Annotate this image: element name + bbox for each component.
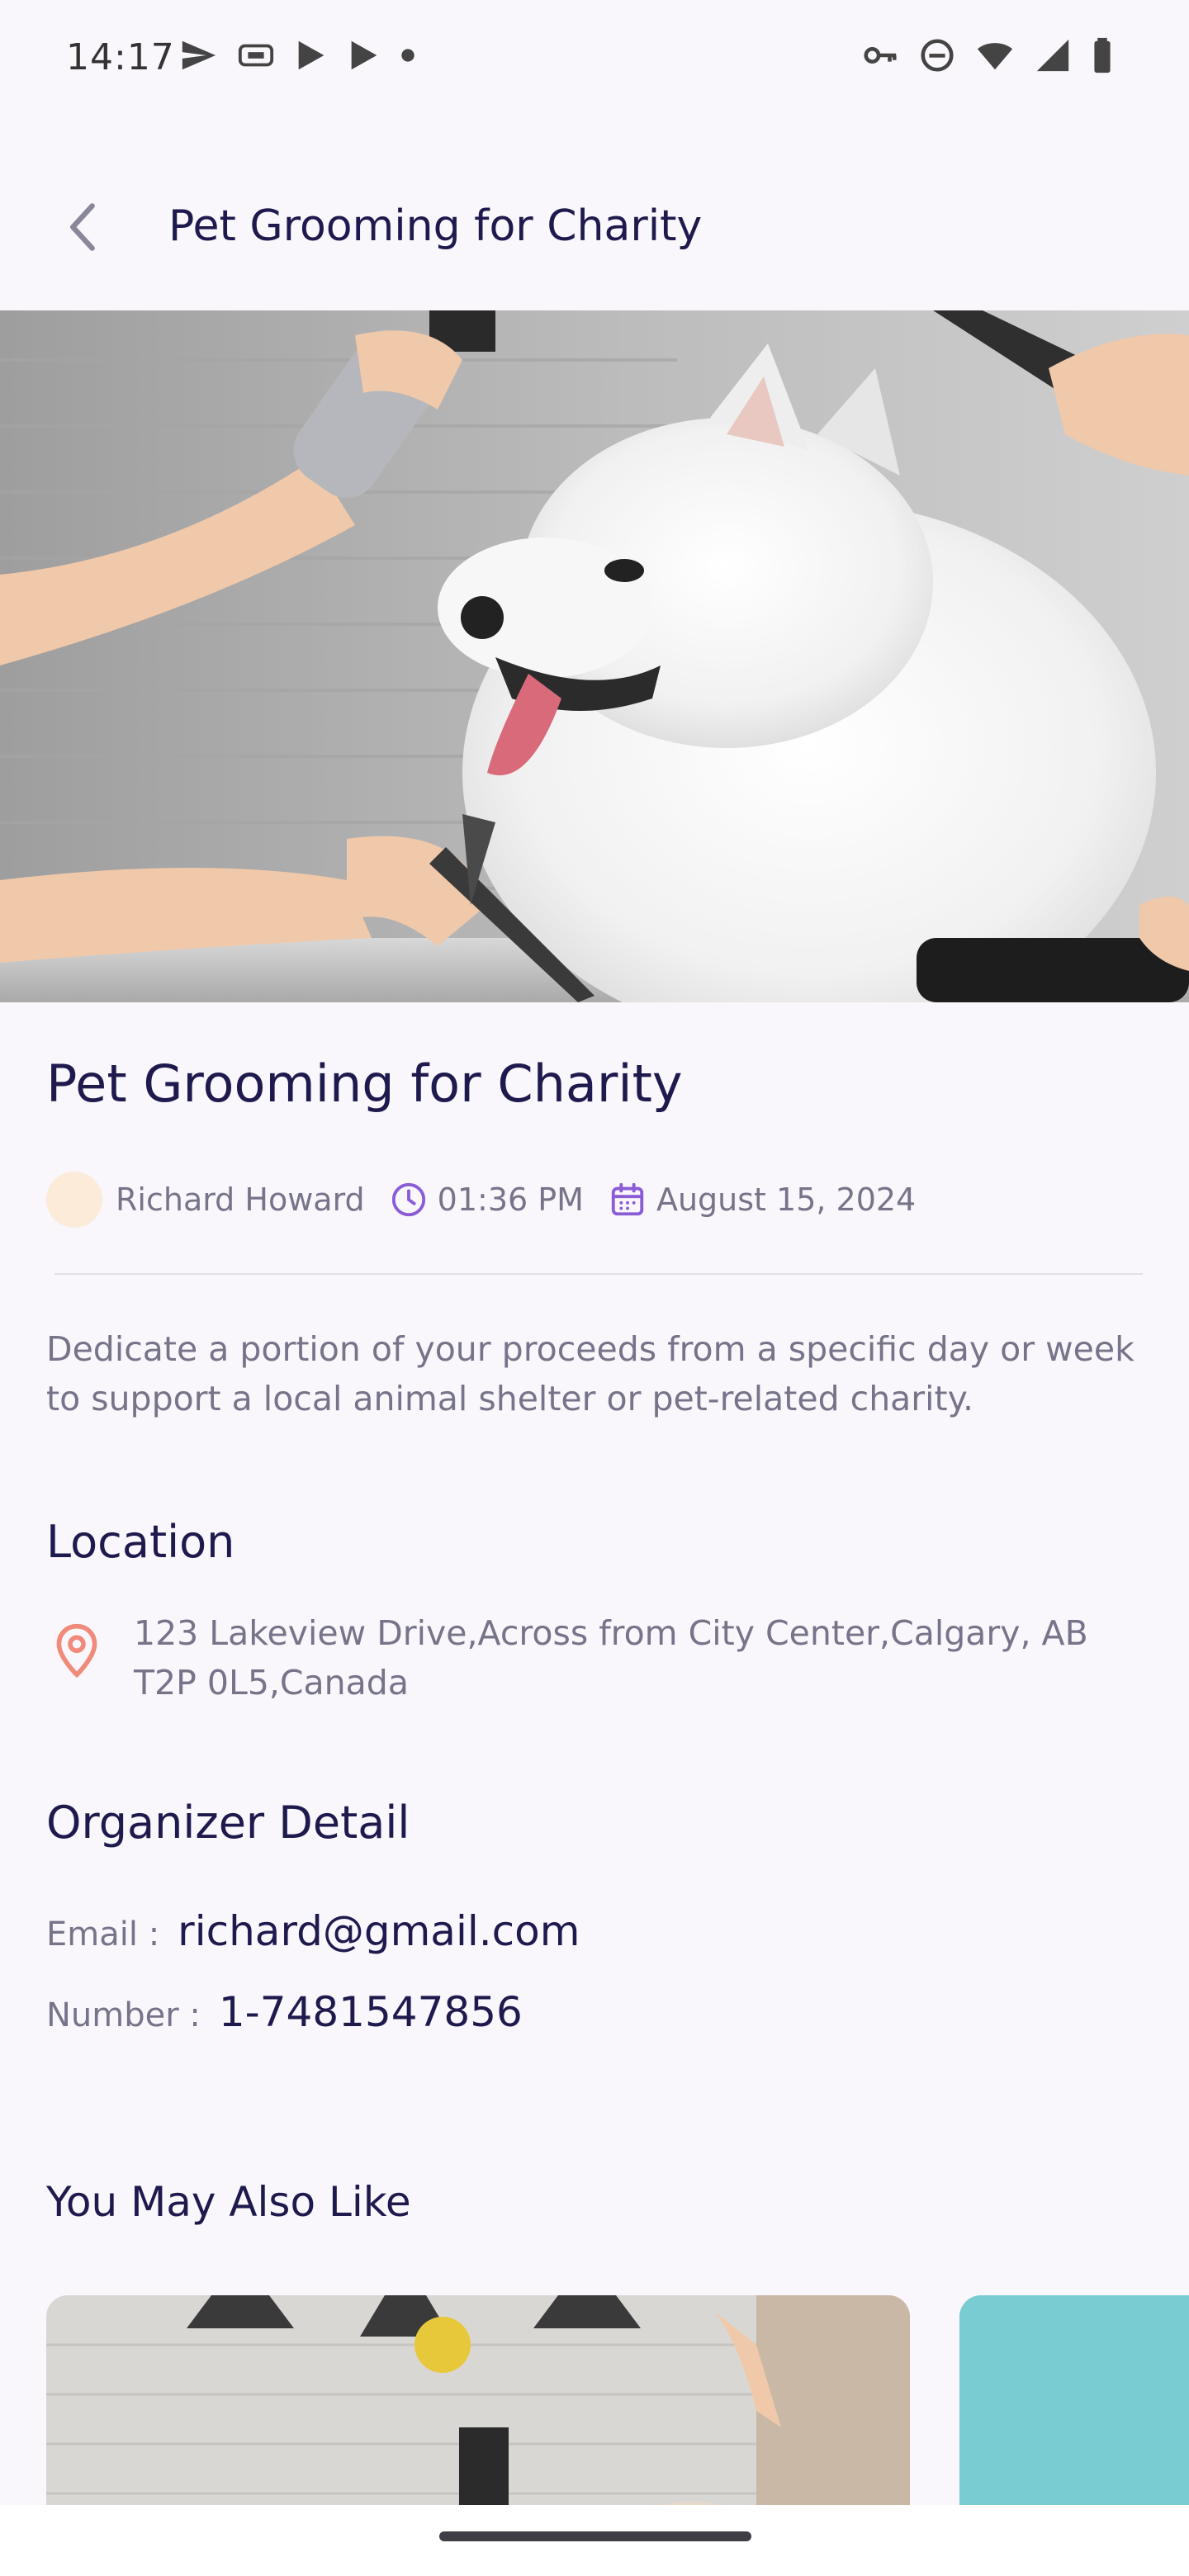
status-bar: 14:17 bbox=[0, 0, 1189, 116]
divider bbox=[54, 1273, 1143, 1275]
organizer-email-row: Email : richard@gmail.com bbox=[46, 1907, 580, 1955]
clock-icon bbox=[391, 1182, 425, 1217]
organizer-number[interactable]: 1-7481547856 bbox=[219, 1988, 523, 2036]
battery-icon bbox=[1094, 37, 1111, 73]
status-notification-icons bbox=[177, 36, 418, 74]
calendar-icon bbox=[611, 1182, 644, 1216]
wifi-icon bbox=[977, 43, 1013, 70]
app-bar: Pet Grooming for Charity bbox=[0, 157, 1189, 305]
play-store-icon bbox=[351, 40, 377, 70]
status-system-icons bbox=[860, 36, 1115, 74]
dot-icon bbox=[401, 49, 414, 62]
location-heading: Location bbox=[46, 1516, 235, 1568]
organizer-heading: Organizer Detail bbox=[46, 1797, 410, 1849]
status-time: 14:17 bbox=[66, 36, 175, 78]
event-time: 01:36 PM bbox=[437, 1181, 584, 1218]
organizer-number-row: Number : 1-7481547856 bbox=[46, 1988, 523, 2036]
do-not-disturb-icon bbox=[921, 39, 954, 72]
organizer-email[interactable]: richard@gmail.com bbox=[178, 1907, 580, 1955]
event-title: Pet Grooming for Charity bbox=[46, 1054, 683, 1114]
event-hero-image bbox=[0, 310, 1189, 1002]
number-label: Number : bbox=[46, 1996, 201, 2034]
chevron-left-icon bbox=[70, 203, 95, 251]
location-pin-icon bbox=[56, 1623, 97, 1679]
send-icon bbox=[182, 40, 216, 70]
screen: 14:17 Pet Grooming for Charity Pet Groom… bbox=[0, 0, 1189, 2576]
time-meta: 01:36 PM bbox=[390, 1181, 584, 1219]
email-label: Email : bbox=[46, 1915, 160, 1953]
event-description: Dedicate a portion of your proceeds from… bbox=[46, 1329, 1135, 1418]
location-address: 123 Lakeview Drive,Across from City Cent… bbox=[134, 1613, 1088, 1702]
related-heading: You May Also Like bbox=[46, 2178, 411, 2226]
organizer-meta[interactable]: Richard Howard bbox=[46, 1172, 365, 1228]
organizer-name: Richard Howard bbox=[116, 1181, 365, 1218]
back-button[interactable] bbox=[46, 190, 121, 264]
cellular-signal-icon bbox=[1036, 39, 1069, 72]
play-store-icon bbox=[298, 40, 324, 70]
location-row[interactable]: 123 Lakeview Drive,Across from City Cent… bbox=[46, 1608, 1144, 1707]
avatar bbox=[46, 1172, 102, 1228]
event-meta-row: Richard Howard 01:36 PM August 15, 2024 bbox=[46, 1171, 916, 1229]
vpn-key-icon bbox=[864, 47, 897, 64]
event-date: August 15, 2024 bbox=[656, 1181, 917, 1218]
app-bar-title: Pet Grooming for Charity bbox=[168, 201, 703, 251]
home-indicator[interactable] bbox=[439, 2531, 751, 2541]
date-meta: August 15, 2024 bbox=[609, 1181, 916, 1219]
ticket-icon bbox=[238, 44, 274, 67]
